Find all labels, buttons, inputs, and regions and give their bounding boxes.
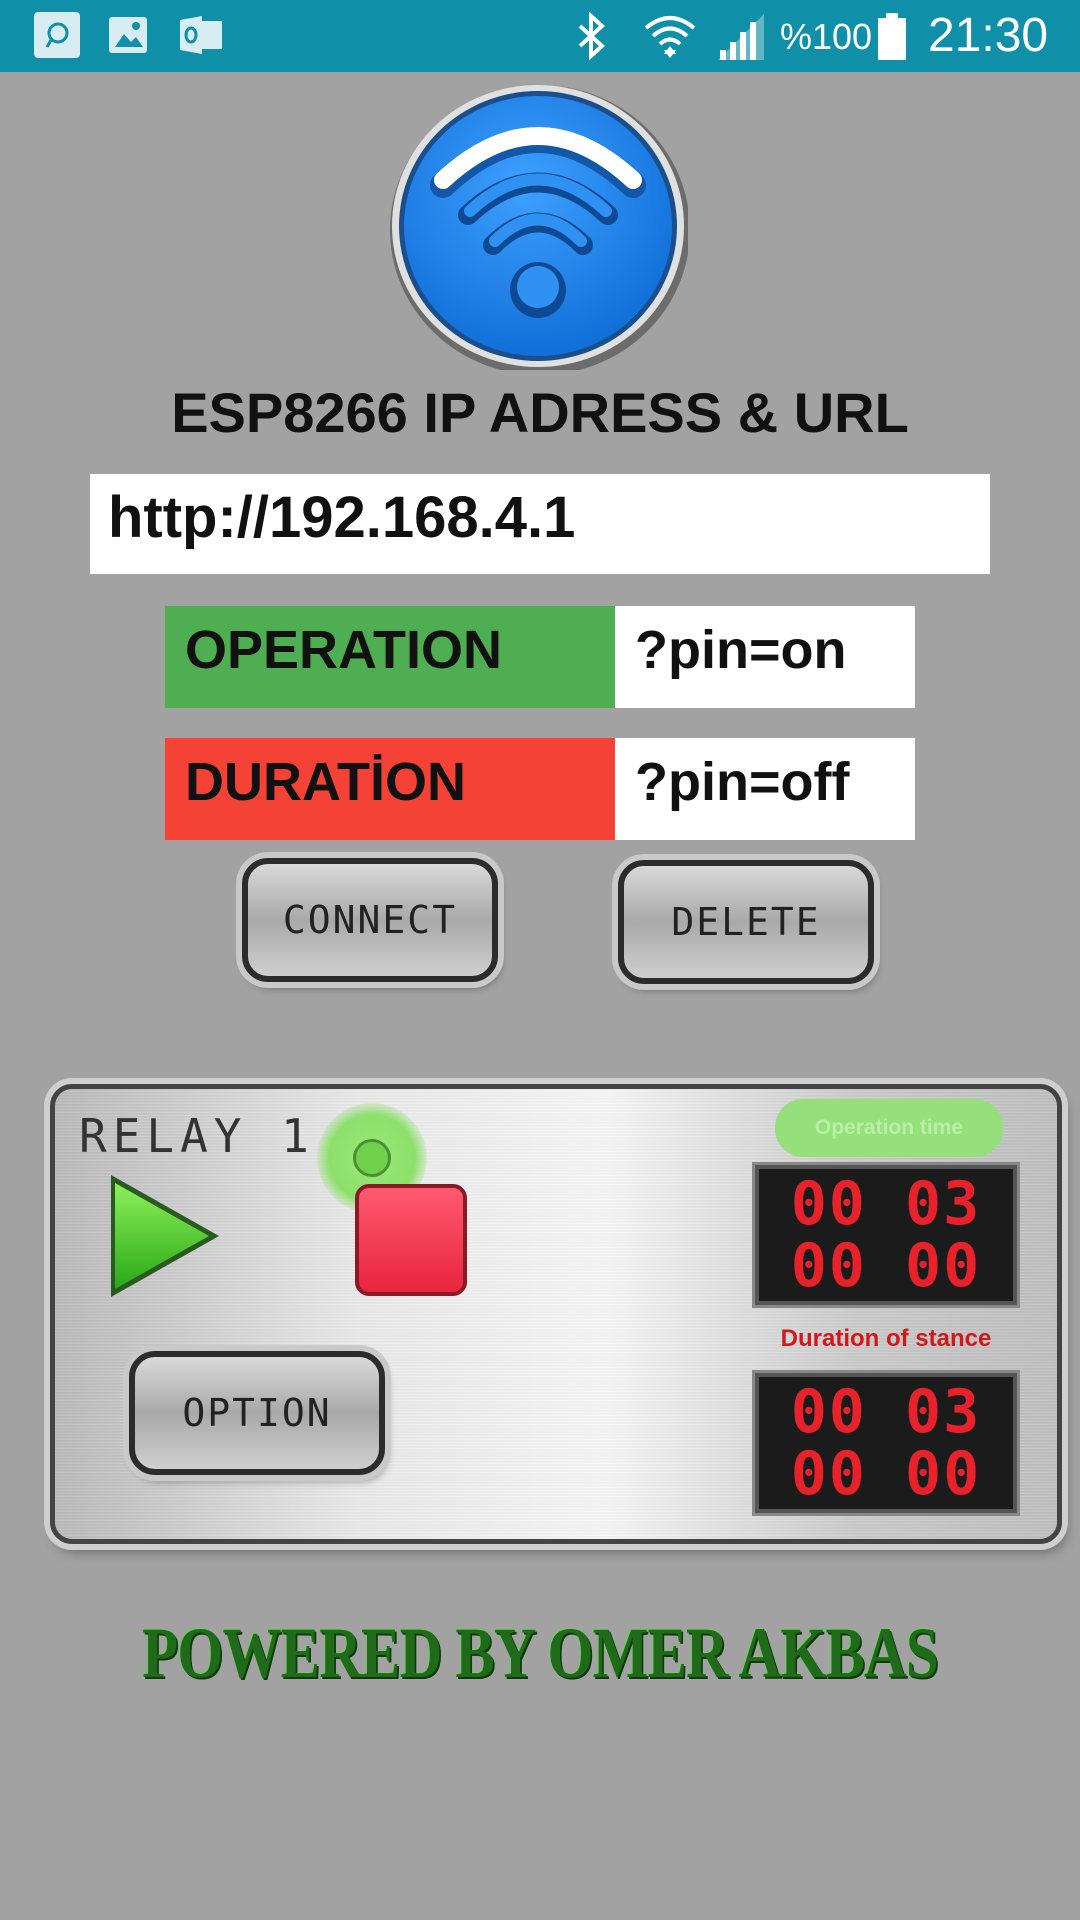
battery-percent: %100 [780,16,873,57]
operation-display-line2: 00 00 [790,1231,982,1301]
connect-button[interactable]: CONNECT [242,858,498,982]
duration-display-line1: 00 03 [790,1377,982,1447]
outlook-icon [178,12,224,58]
bluetooth-icon [572,11,612,61]
stop-button[interactable] [355,1184,467,1296]
footer-credit: POWERED BY OMER AKBAS [142,1613,939,1693]
duration-display-line2: 00 00 [790,1439,982,1509]
duration-value-input[interactable]: ?pin=off [615,738,915,840]
operation-time-display: 00 03 00 00 [755,1165,1017,1305]
notification-app-icon [34,12,80,58]
operation-display-line1: 00 03 [790,1169,982,1239]
url-input[interactable]: http://192.168.4.1 [90,474,990,574]
operation-label: OPERATION [165,606,615,708]
delete-button[interactable]: DELETE [618,860,874,984]
relay-status-led [353,1139,391,1177]
wifi-logo-icon [388,80,690,375]
signal-icon [716,12,766,60]
status-bar: %100 21:30 [0,0,1080,72]
play-button[interactable] [105,1171,225,1306]
operation-time-label: Operation time [775,1099,1003,1157]
duration-of-stance-label: Duration of stance [780,1325,992,1352]
duration-label: DURATİON [165,738,615,840]
wifi-icon [642,12,698,58]
operation-row: OPERATION ?pin=on [165,606,915,708]
battery-icon [876,12,908,60]
duration-display: 00 03 00 00 [755,1373,1017,1513]
relay-label: RELAY 1 [79,1109,315,1163]
page-title: ESP8266 IP ADRESS & URL [171,381,909,444]
gallery-icon [106,12,150,58]
option-button[interactable]: OPTION [129,1351,385,1475]
clock: 21:30 [928,9,1049,62]
relay-panel: RELAY 1 OPTION Operation time 00 03 00 0… [50,1084,1062,1544]
operation-value-input[interactable]: ?pin=on [615,606,915,708]
duration-row: DURATİON ?pin=off [165,738,915,840]
